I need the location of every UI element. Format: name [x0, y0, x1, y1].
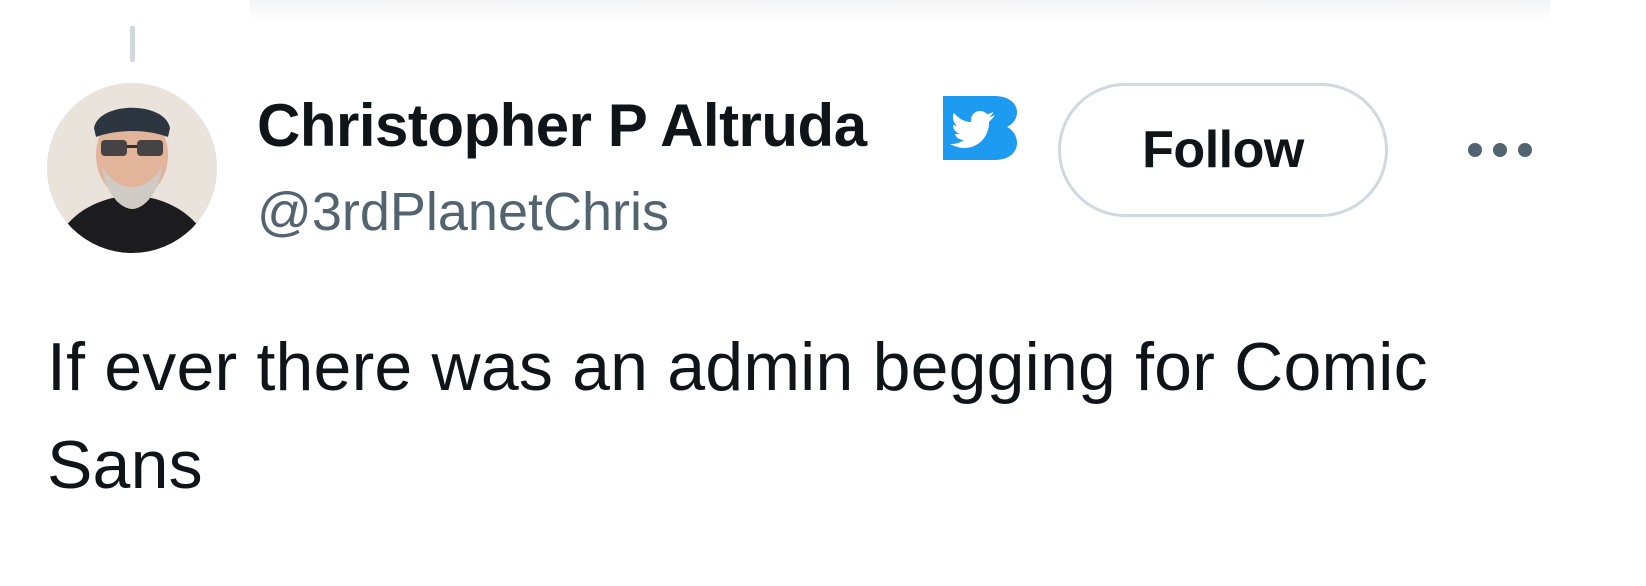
avatar[interactable] — [47, 83, 217, 253]
follow-button[interactable]: Follow — [1058, 83, 1388, 217]
thread-connector-line — [130, 26, 135, 62]
author-display-name[interactable]: Christopher P Altruda — [257, 90, 867, 162]
top-divider — [250, 0, 1550, 22]
twitter-bird-badge-icon — [943, 96, 1017, 160]
follow-button-label: Follow — [1142, 121, 1304, 179]
tweet-text: If ever there was an admin begging for C… — [47, 329, 1428, 503]
author-handle[interactable]: @3rdPlanetChris — [257, 180, 669, 244]
more-horizontal-icon[interactable] — [1462, 128, 1538, 172]
